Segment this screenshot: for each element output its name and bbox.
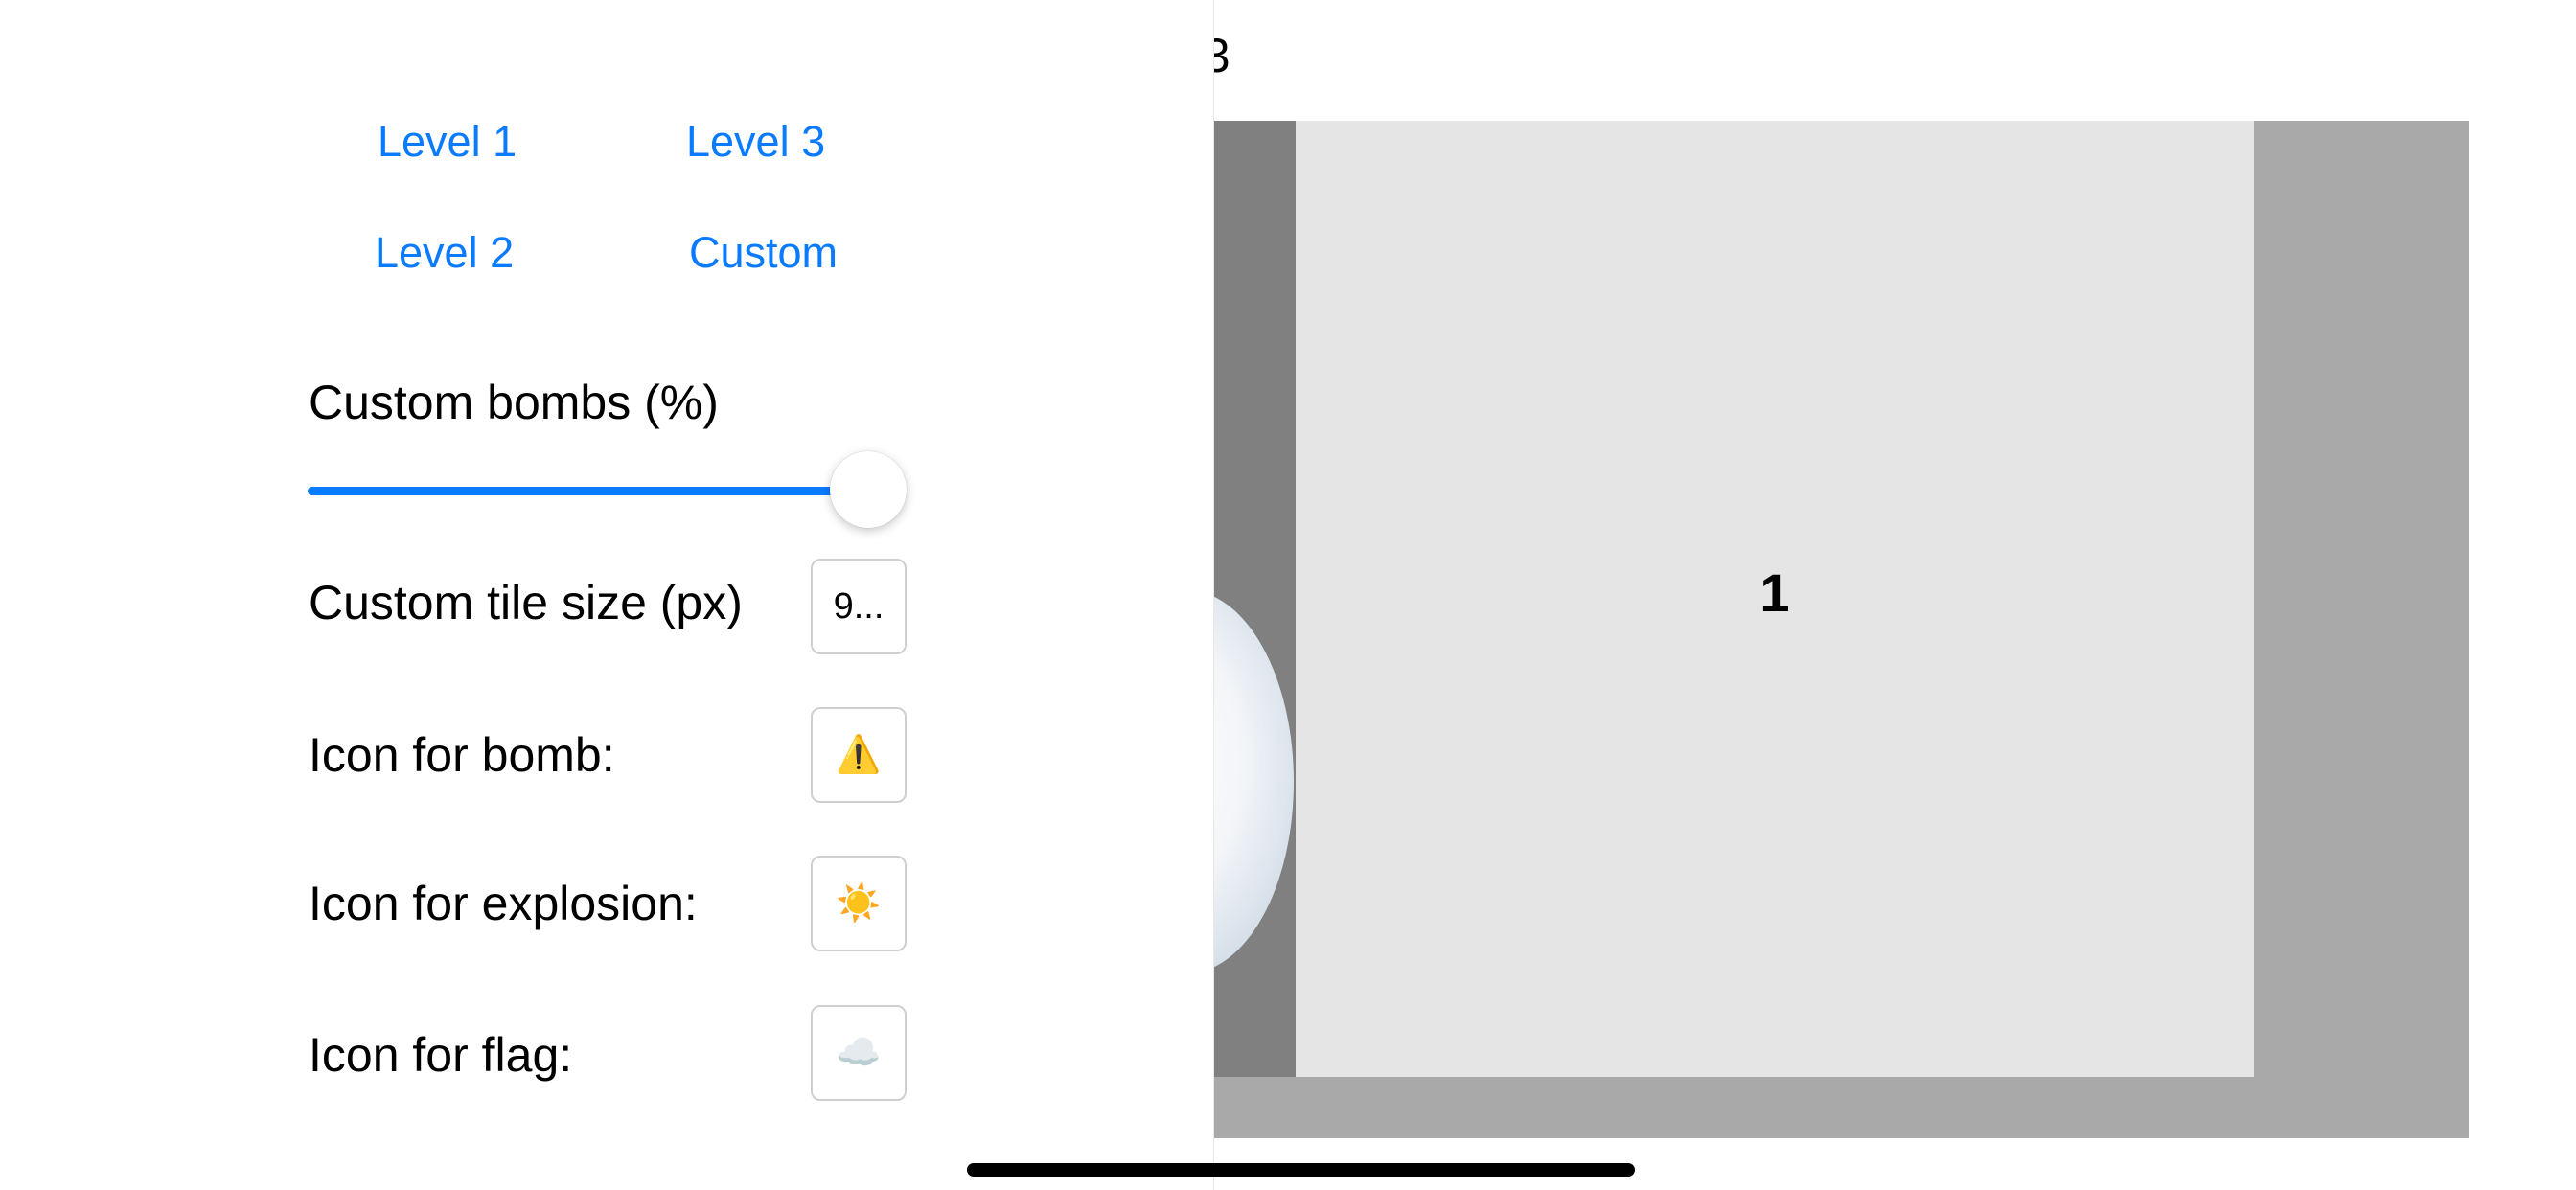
game-area: 1 (1213, 0, 2576, 1190)
level-3-button[interactable]: Level 3 (686, 115, 825, 169)
game-board: 1 (1213, 121, 2469, 1138)
settings-panel: Level 1 Level 3 Level 2 Custom Custom bo… (0, 0, 1214, 1190)
slider-thumb[interactable] (830, 451, 907, 528)
sun-icon: ☀️ (836, 883, 882, 924)
home-indicator (967, 1163, 1635, 1177)
custom-bombs-label: Custom bombs (%) (309, 376, 719, 429)
bomb-icon-field[interactable]: ⚠️ (811, 707, 907, 803)
warning-icon: ⚠️ (836, 735, 882, 775)
tile-revealed[interactable]: 1 (1296, 121, 2254, 1077)
tile-number: 1 (1760, 562, 1790, 623)
slider-track[interactable] (308, 487, 868, 495)
explosion-icon-field[interactable]: ☀️ (811, 856, 907, 951)
flag-icon-label: Icon for flag: (309, 1028, 573, 1082)
tile-unrevealed[interactable] (1213, 121, 1296, 1077)
custom-tile-size-label: Custom tile size (px) (309, 576, 743, 629)
flag-icon-field[interactable]: ☁️ (811, 1005, 907, 1101)
custom-button[interactable]: Custom (689, 226, 838, 280)
level-1-button[interactable]: Level 1 (378, 115, 517, 169)
level-2-button[interactable]: Level 2 (375, 226, 514, 280)
cloud-icon: ☁️ (836, 1033, 882, 1073)
bomb-icon-label: Icon for bomb: (309, 728, 615, 782)
ball-icon (1213, 590, 1294, 973)
tile-size-input[interactable]: 9... (811, 559, 907, 654)
explosion-icon-label: Icon for explosion: (309, 877, 698, 930)
